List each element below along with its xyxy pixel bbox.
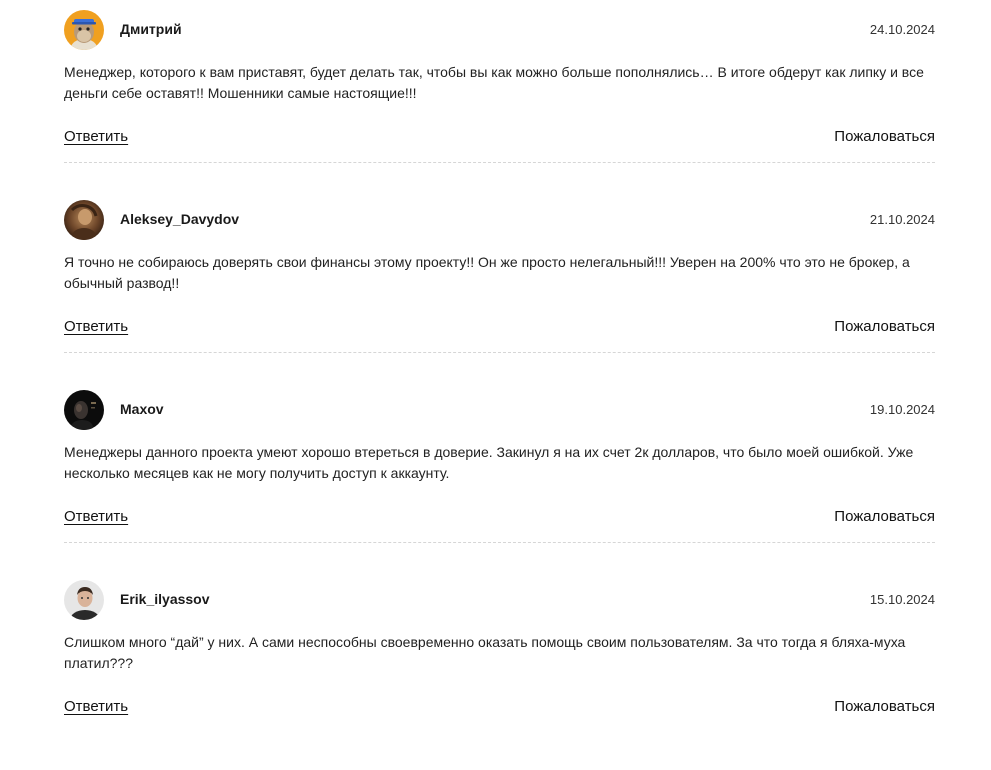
comment-text: Менеджер, которого к вам приставят, буде…: [64, 64, 924, 101]
author-name: Дмитрий: [120, 21, 182, 37]
comment-header: Aleksey_Davydov 21.10.2024: [64, 200, 935, 240]
author-name: Aleksey_Davydov: [120, 211, 240, 227]
report-link[interactable]: Пожаловаться: [834, 698, 935, 715]
person-photo-avatar: [64, 580, 104, 620]
comment-divider: [64, 162, 935, 163]
comment-actions: Ответить Пожаловаться: [64, 698, 935, 720]
comment-item: Aleksey_Davydov 21.10.2024 Я точно не со…: [64, 200, 935, 390]
comment-actions: Ответить Пожаловаться: [64, 508, 935, 530]
comment-actions: Ответить Пожаловаться: [64, 318, 935, 340]
reply-link[interactable]: Ответить: [64, 318, 128, 335]
comment-divider: [64, 542, 935, 543]
dark-photo-avatar: [64, 390, 104, 430]
comment-item: Дмитрий 24.10.2024 Менеджер, которого к …: [64, 10, 935, 200]
report-link[interactable]: Пожаловаться: [834, 128, 935, 145]
reply-link[interactable]: Ответить: [64, 508, 128, 525]
comment-actions: Ответить Пожаловаться: [64, 128, 935, 150]
comment-text: Менеджеры данного проекта умеют хорошо в…: [64, 444, 914, 481]
report-link[interactable]: Пожаловаться: [834, 318, 935, 335]
comment-header: Дмитрий 24.10.2024: [64, 10, 935, 50]
author-name: Maxov: [120, 401, 164, 417]
comment-divider: [64, 352, 935, 353]
reply-link[interactable]: Ответить: [64, 128, 128, 145]
author-name: Erik_ilyassov: [120, 591, 210, 607]
comment-date: 19.10.2024: [869, 402, 935, 417]
cartoon-ape-avatar: [64, 10, 104, 50]
comment-header: Erik_ilyassov 15.10.2024: [64, 580, 935, 620]
reply-link[interactable]: Ответить: [64, 698, 128, 715]
photo-avatar: [64, 200, 104, 240]
comment-header: Maxov 19.10.2024: [64, 390, 935, 430]
report-link[interactable]: Пожаловаться: [834, 508, 935, 525]
comment-text: Слишком много “дай” у них. А сами неспос…: [64, 634, 906, 671]
comment-date: 24.10.2024: [869, 22, 935, 37]
comment-date: 21.10.2024: [869, 212, 935, 227]
comment-date: 15.10.2024: [869, 592, 935, 607]
comment-text: Я точно не собираюсь доверять свои финан…: [64, 254, 910, 291]
comment-item: Maxov 19.10.2024 Менеджеры данного проек…: [64, 390, 935, 580]
comments-list: Дмитрий 24.10.2024 Менеджер, которого к …: [64, 10, 935, 770]
comment-item: Erik_ilyassov 15.10.2024 Слишком много “…: [64, 580, 935, 770]
